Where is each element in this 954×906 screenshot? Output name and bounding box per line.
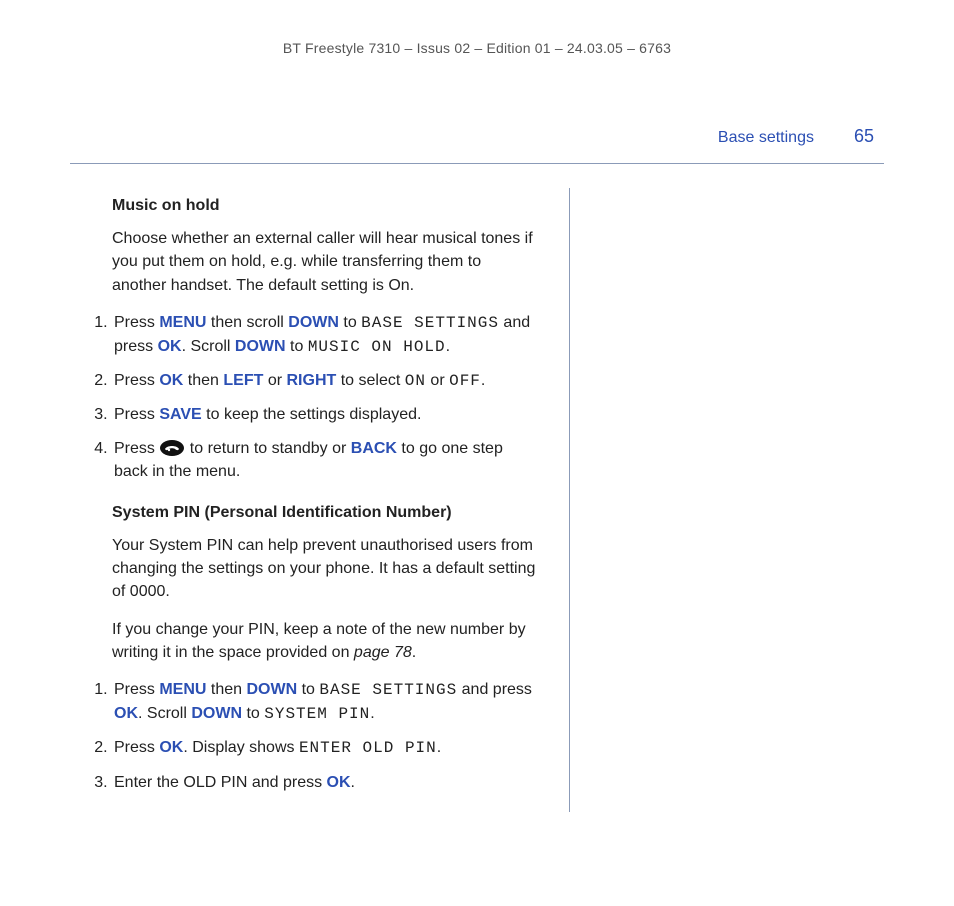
key-ok: OK — [158, 338, 182, 355]
key-back: BACK — [351, 440, 397, 457]
step: Press SAVE to keep the settings displaye… — [112, 403, 539, 426]
step: Enter the OLD PIN and press OK. — [112, 771, 539, 794]
lcd-text: MUSIC ON HOLD — [308, 338, 446, 356]
page-reference: page 78 — [354, 644, 412, 661]
key-left: LEFT — [223, 372, 263, 389]
lcd-text: OFF — [449, 372, 481, 390]
key-ok: OK — [114, 705, 138, 722]
document-meta: BT Freestyle 7310 – Issus 02 – Edition 0… — [70, 40, 884, 56]
step: Press to return to standby or BACK to go… — [112, 437, 539, 483]
side-column — [570, 188, 884, 812]
key-ok: OK — [159, 372, 183, 389]
key-menu: MENU — [159, 681, 206, 698]
main-column: Music on hold Choose whether an external… — [70, 188, 570, 812]
steps-system-pin: Press MENU then DOWN to BASE SETTINGS an… — [70, 678, 539, 794]
section-title: Base settings — [718, 129, 814, 147]
lcd-text: BASE SETTINGS — [319, 681, 457, 699]
step: Press OK then LEFT or RIGHT to select ON… — [112, 369, 539, 393]
key-right: RIGHT — [287, 372, 337, 389]
step: Press MENU then DOWN to BASE SETTINGS an… — [112, 678, 539, 726]
key-save: SAVE — [159, 406, 201, 423]
lcd-text: ON — [405, 372, 426, 390]
page-header: Base settings 65 — [70, 126, 884, 147]
heading-music-on-hold: Music on hold — [112, 194, 539, 217]
lcd-text: ENTER OLD PIN — [299, 739, 437, 757]
steps-music-on-hold: Press MENU then scroll DOWN to BASE SETT… — [70, 311, 539, 483]
step: Press OK. Display shows ENTER OLD PIN. — [112, 736, 539, 760]
para-system-pin-1: Your System PIN can help prevent unautho… — [112, 534, 539, 604]
heading-system-pin: System PIN (Personal Identification Numb… — [112, 501, 539, 524]
key-ok: OK — [159, 739, 183, 756]
page-number: 65 — [854, 126, 874, 147]
end-call-icon — [159, 439, 185, 457]
key-menu: MENU — [159, 314, 206, 331]
document-page: BT Freestyle 7310 – Issus 02 – Edition 0… — [0, 0, 954, 852]
para-system-pin-2: If you change your PIN, keep a note of t… — [112, 618, 539, 664]
intro-music-on-hold: Choose whether an external caller will h… — [112, 227, 539, 297]
header-rule — [70, 163, 884, 164]
key-down: DOWN — [235, 338, 286, 355]
key-down: DOWN — [288, 314, 339, 331]
key-down: DOWN — [191, 705, 242, 722]
content-columns: Music on hold Choose whether an external… — [70, 188, 884, 812]
key-ok: OK — [327, 774, 351, 791]
key-down: DOWN — [246, 681, 297, 698]
lcd-text: SYSTEM PIN — [264, 705, 370, 723]
step: Press MENU then scroll DOWN to BASE SETT… — [112, 311, 539, 359]
lcd-text: BASE SETTINGS — [361, 314, 499, 332]
